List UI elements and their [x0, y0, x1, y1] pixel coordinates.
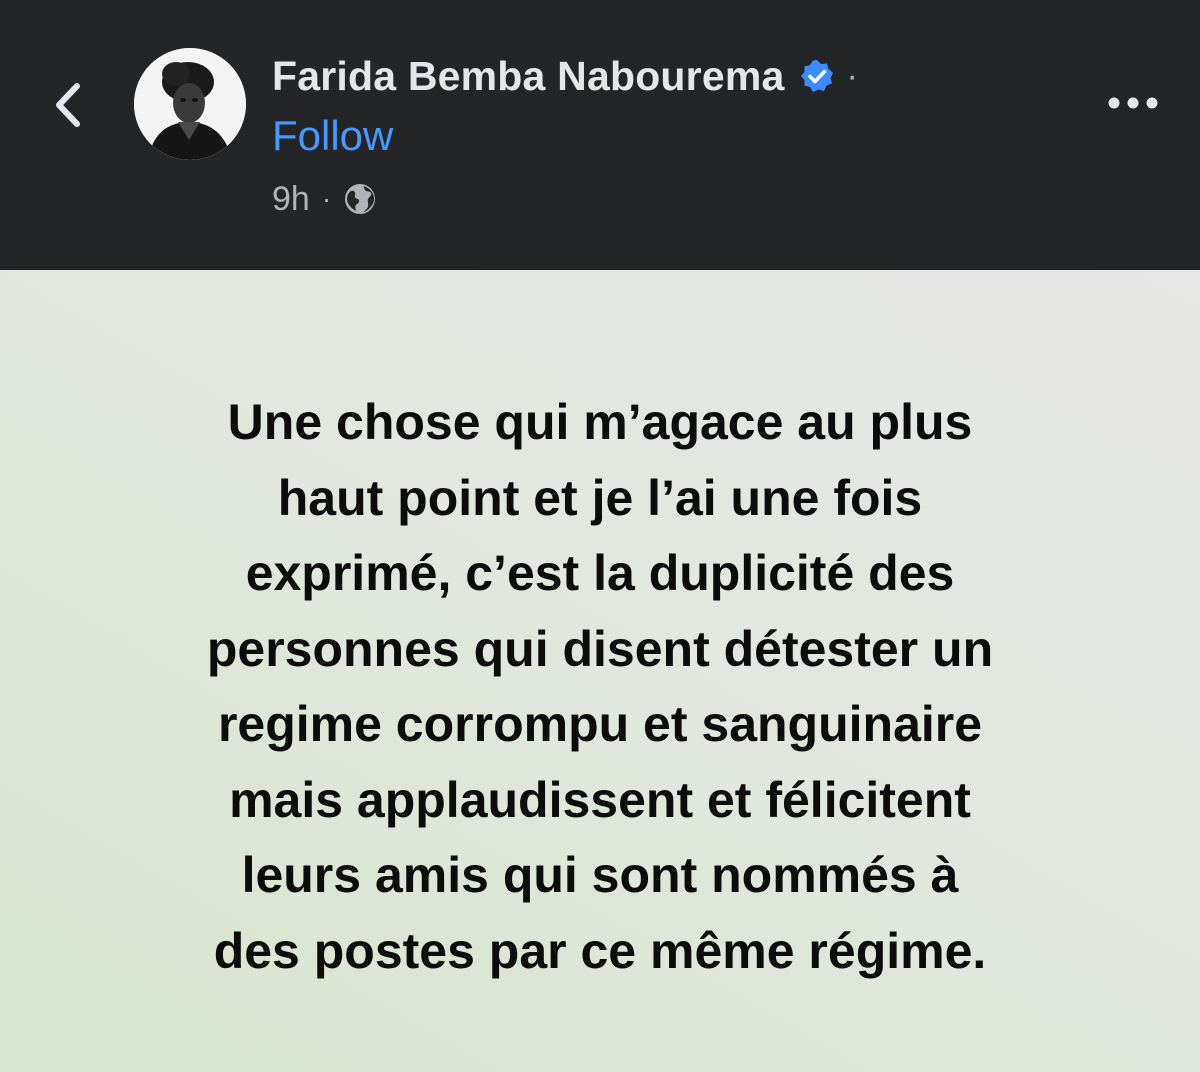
- facebook-post-view: Farida Bemba Nabourema · Follow 9h · Une…: [0, 0, 1200, 1072]
- author-row: Farida Bemba Nabourema ·: [272, 48, 858, 104]
- chevron-left-icon: [56, 83, 80, 127]
- more-options-button[interactable]: [1098, 80, 1168, 126]
- post-line: regime corrompu et sanguinaire: [217, 696, 983, 752]
- post-line: des postes par ce même régime.: [213, 922, 987, 979]
- author-name[interactable]: Farida Bemba Nabourema: [272, 53, 785, 100]
- post-line: haut point et je l’ai une fois: [277, 469, 923, 526]
- post-text: Une chose qui m’agace au plus haut point…: [60, 385, 1140, 989]
- follow-button[interactable]: Follow: [272, 112, 393, 160]
- post-time[interactable]: 9h: [272, 180, 310, 219]
- globe-icon[interactable]: [343, 182, 377, 216]
- post-meta: 9h ·: [272, 176, 377, 222]
- post-line: Une chose qui m’agace au plus: [227, 394, 973, 450]
- avatar[interactable]: [134, 48, 246, 160]
- post-header: Farida Bemba Nabourema · Follow 9h ·: [0, 0, 1200, 270]
- post-line: leurs amis qui sont nommés à: [241, 847, 959, 903]
- post-line: personnes qui disent détester un: [206, 620, 994, 677]
- name-separator: ·: [846, 56, 858, 95]
- back-button[interactable]: [40, 70, 96, 140]
- post-line: exprimé, c’est la duplicité des: [245, 545, 955, 601]
- meta-separator: ·: [321, 183, 332, 214]
- profile-photo: [134, 48, 246, 160]
- verified-badge-icon: [799, 58, 835, 94]
- post-line: mais applaudissent et félicitent: [229, 771, 971, 828]
- more-horizontal-icon: [1108, 97, 1158, 109]
